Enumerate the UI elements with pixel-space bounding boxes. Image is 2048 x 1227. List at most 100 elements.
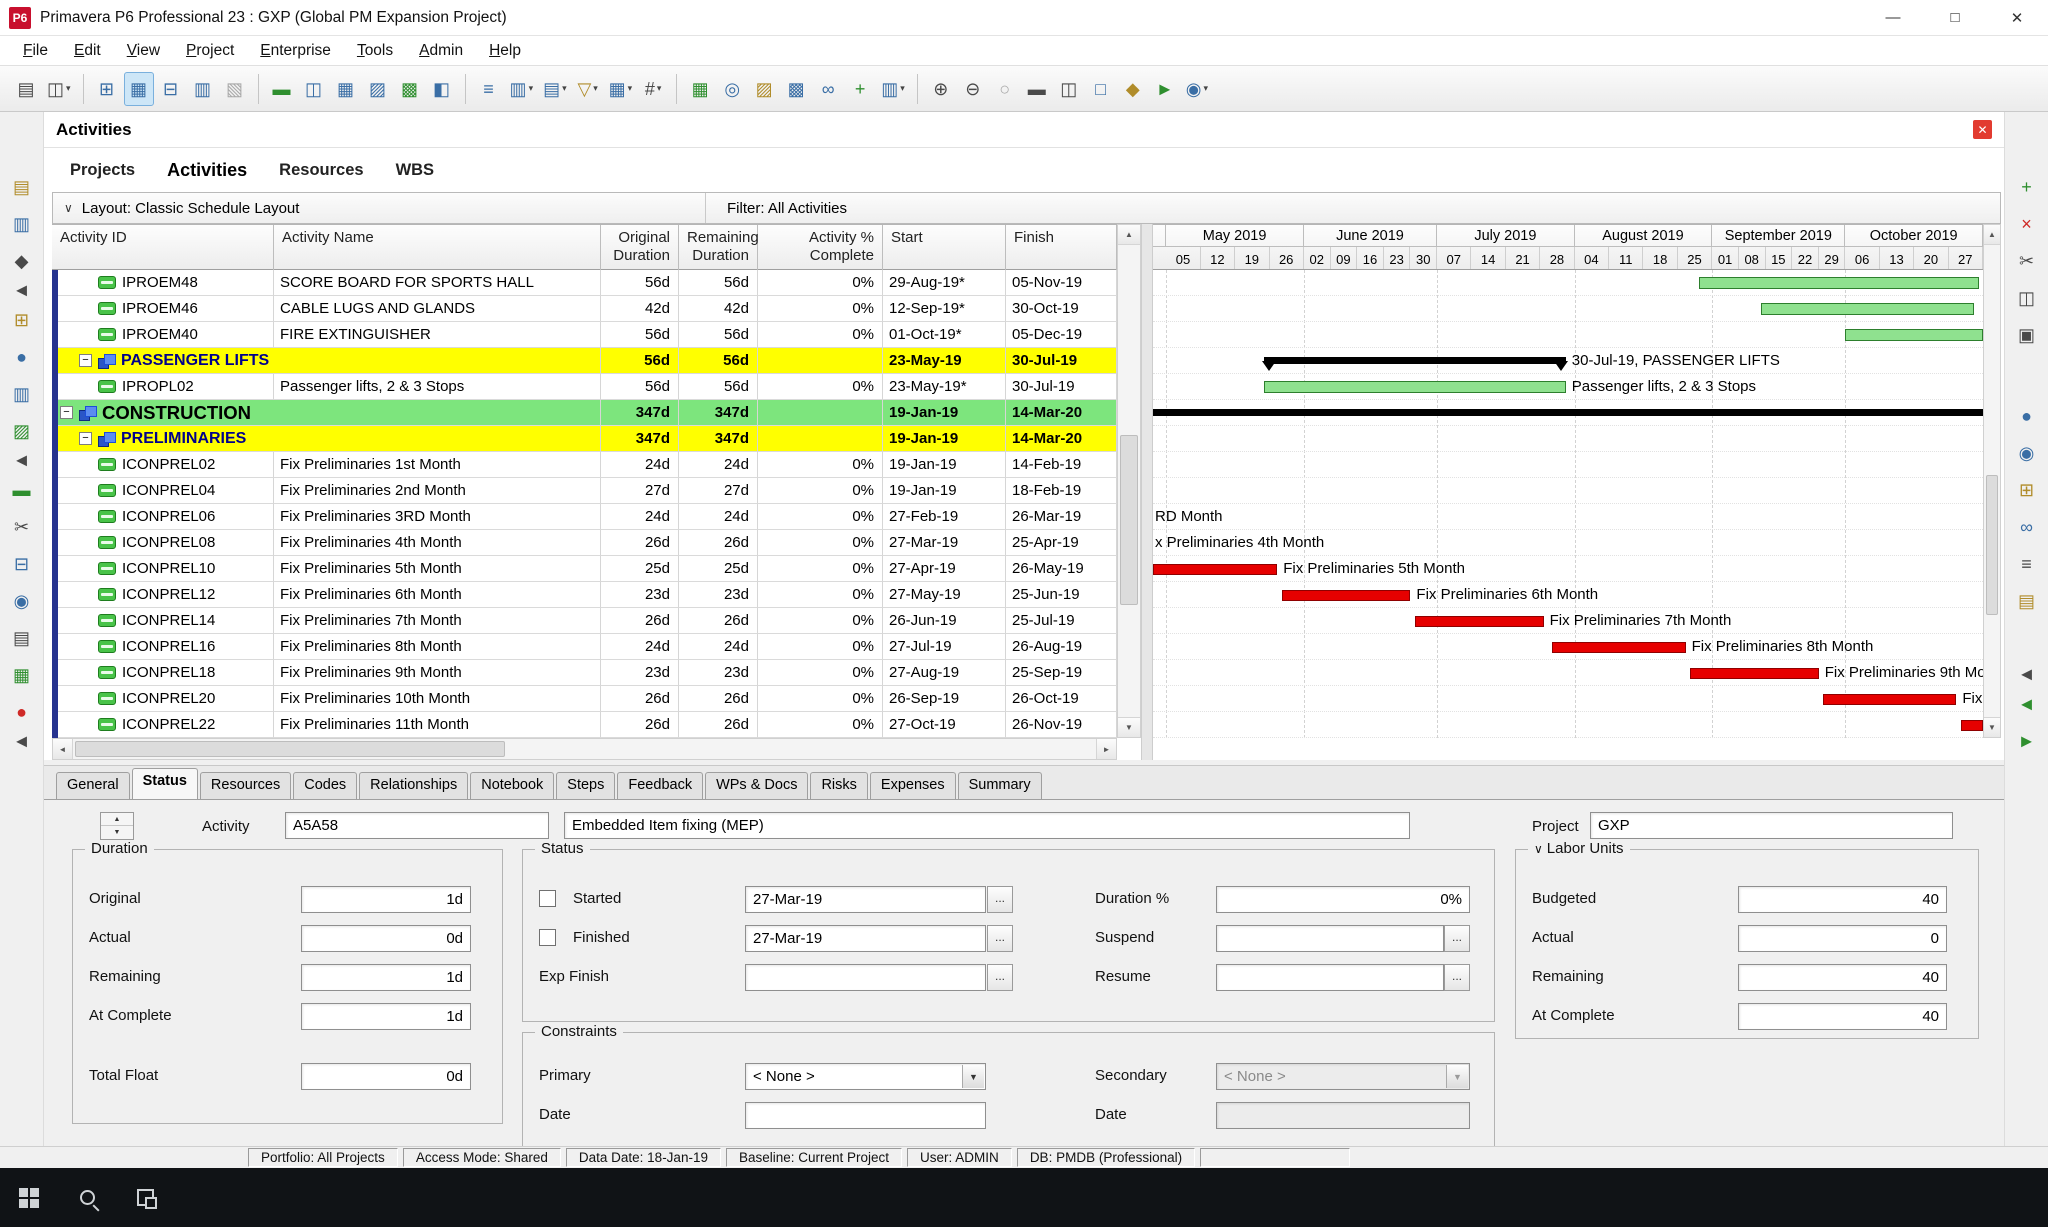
budgeted-units-field[interactable]: 40: [1738, 886, 1947, 913]
table-row[interactable]: ICONPREL10Fix Preliminaries 5th Month25d…: [52, 556, 1117, 582]
column-header-remaining-duration[interactable]: Remaining Duration: [679, 225, 758, 271]
columns-button[interactable]: ▥▾: [506, 72, 538, 106]
add-relationship-button[interactable]: ∞: [2010, 511, 2044, 542]
timescale-week[interactable]: 08: [1739, 247, 1766, 270]
scrollbar-thumb[interactable]: [1120, 435, 1138, 605]
activity-id-field[interactable]: A5A58: [285, 812, 549, 839]
timescale-button[interactable]: ▬: [1022, 72, 1052, 106]
scroll-up-button[interactable]: ▲: [1118, 225, 1140, 245]
copy-button[interactable]: ◫: [2010, 282, 2044, 313]
scroll-down-button[interactable]: ▼: [1118, 717, 1140, 737]
timescale-month[interactable]: August 2019: [1575, 225, 1713, 247]
online-help-button[interactable]: ◉▾: [1182, 72, 1212, 106]
suspend-field[interactable]: [1216, 925, 1444, 952]
activity-table-view-button[interactable]: ▦: [331, 72, 361, 106]
details-tab-feedback[interactable]: Feedback: [617, 772, 703, 799]
close-view-button[interactable]: ✕: [1973, 120, 1992, 139]
table-row[interactable]: ICONPREL14Fix Preliminaries 7th Month26d…: [52, 608, 1117, 634]
table-row[interactable]: ICONPREL08Fix Preliminaries 4th Month26d…: [52, 530, 1117, 556]
cut-button[interactable]: ✂: [2010, 245, 2044, 276]
spreadsheet-panel-button[interactable]: ▦: [5, 659, 39, 690]
details-tab-wps-docs[interactable]: WPs & Docs: [705, 772, 808, 799]
at-complete-duration-field[interactable]: 1d: [301, 1003, 471, 1030]
column-header-finish[interactable]: Finish: [1006, 225, 1117, 271]
tab-projects[interactable]: Projects: [54, 155, 151, 186]
menu-enterprise[interactable]: Enterprise: [247, 38, 344, 64]
timescale-month[interactable]: September 2019: [1712, 225, 1845, 247]
menu-file[interactable]: File: [10, 38, 61, 64]
timescale-week[interactable]: 21: [1506, 247, 1540, 270]
text-font-button[interactable]: #▾: [638, 72, 668, 106]
original-duration-field[interactable]: 1d: [301, 886, 471, 913]
details-tab-status[interactable]: Status: [132, 768, 198, 799]
remaining-units-field[interactable]: 40: [1738, 964, 1947, 991]
wbs-panel-button[interactable]: ⊟: [5, 548, 39, 579]
scroll-right-button[interactable]: ►: [1096, 739, 1116, 759]
column-header-activity-id[interactable]: Activity ID: [52, 225, 274, 271]
details-tab-relationships[interactable]: Relationships: [359, 772, 468, 799]
actual-duration-field[interactable]: 0d: [301, 925, 471, 952]
project-field[interactable]: GXP: [1590, 812, 1953, 839]
gantt-bar-activity[interactable]: [1761, 303, 1974, 315]
spin-down-button[interactable]: ▼: [101, 826, 133, 839]
spin-up-button[interactable]: ▲: [101, 813, 133, 826]
activity-name-field[interactable]: Embedded Item fixing (MEP): [564, 812, 1410, 839]
wbs-view-button[interactable]: ⊟: [156, 72, 186, 106]
started-field[interactable]: 27-Mar-19: [745, 886, 986, 913]
resources-panel-button[interactable]: ●: [5, 341, 39, 372]
timescale-week[interactable]: 28: [1540, 247, 1574, 270]
table-row[interactable]: ICONPREL02Fix Preliminaries 1st Month24d…: [52, 452, 1117, 478]
timescale-month[interactable]: May 2019: [1166, 225, 1304, 247]
collapse-right-button[interactable]: ◄: [2010, 666, 2044, 682]
timescale-week[interactable]: 16: [1357, 247, 1384, 270]
menu-help[interactable]: Help: [476, 38, 534, 64]
finished-field[interactable]: 27-Mar-19: [745, 925, 986, 952]
timescale-week[interactable]: 02: [1304, 247, 1331, 270]
gantt-bar-activity[interactable]: [1264, 381, 1566, 393]
timescale-week[interactable]: 23: [1384, 247, 1411, 270]
gantt-bar-critical[interactable]: [1153, 564, 1277, 575]
menu-project[interactable]: Project: [173, 38, 247, 64]
timescale-week[interactable]: 22: [1792, 247, 1819, 270]
print-preview-button[interactable]: ◫▾: [43, 72, 75, 106]
maximize-button[interactable]: □: [1924, 0, 1986, 36]
finished-browse-button[interactable]: ...: [987, 925, 1013, 952]
table-layout-button[interactable]: ▤▾: [539, 72, 571, 106]
gantt-bar-critical[interactable]: [1415, 616, 1544, 627]
gantt-bar-critical[interactable]: [1961, 720, 1983, 731]
gantt-timescale[interactable]: May 2019June 2019July 2019August 2019Sep…: [1153, 224, 1983, 270]
resource-assignments-view-button[interactable]: ▥: [188, 72, 218, 106]
navigate-forward-button[interactable]: ►: [2010, 725, 2044, 756]
details-tab-general[interactable]: General: [56, 772, 130, 799]
assign-roles-button[interactable]: ◉: [2010, 437, 2044, 468]
gantt-bar-activity[interactable]: [1699, 277, 1979, 289]
zoom-in-button[interactable]: ⊕: [926, 72, 956, 106]
pin-panel-button[interactable]: ◆: [5, 245, 39, 276]
resume-field[interactable]: [1216, 964, 1444, 991]
print-button[interactable]: ▤: [11, 72, 41, 106]
table-row[interactable]: ICONPREL12Fix Preliminaries 6th Month23d…: [52, 582, 1117, 608]
gantt-bar-critical[interactable]: [1552, 642, 1685, 653]
finished-checkbox[interactable]: [539, 929, 556, 946]
activity-network-view-button[interactable]: ◫: [299, 72, 329, 106]
table-row[interactable]: ICONPREL18Fix Preliminaries 9th Month23d…: [52, 660, 1117, 686]
table-row[interactable]: ICONPREL06Fix Preliminaries 3RD Month24d…: [52, 504, 1117, 530]
projects-panel-button[interactable]: ⊞: [5, 304, 39, 335]
tab-wbs[interactable]: WBS: [380, 155, 451, 186]
at-complete-units-field[interactable]: 40: [1738, 1003, 1947, 1030]
timescale-week[interactable]: 29: [1819, 247, 1846, 270]
add-steps-button[interactable]: ≡: [2010, 548, 2044, 579]
minimize-button[interactable]: —: [1862, 0, 1924, 36]
column-header-activity-complete[interactable]: Activity % Complete: [758, 225, 883, 271]
exp-finish-field[interactable]: [745, 964, 986, 991]
scroll-left-button[interactable]: ◄: [53, 739, 73, 759]
timescale-week[interactable]: 09: [1331, 247, 1358, 270]
activity-usage-spreadsheet-button[interactable]: ▨: [363, 72, 393, 106]
details-tab-expenses[interactable]: Expenses: [870, 772, 956, 799]
assign-resources-button[interactable]: +: [845, 72, 875, 106]
task-view-button[interactable]: [116, 1168, 174, 1227]
details-tab-codes[interactable]: Codes: [293, 772, 357, 799]
activity-spinner[interactable]: ▲ ▼: [100, 812, 134, 840]
gantt-bar-critical[interactable]: [1690, 668, 1819, 679]
timescale-week[interactable]: 12: [1201, 247, 1235, 270]
